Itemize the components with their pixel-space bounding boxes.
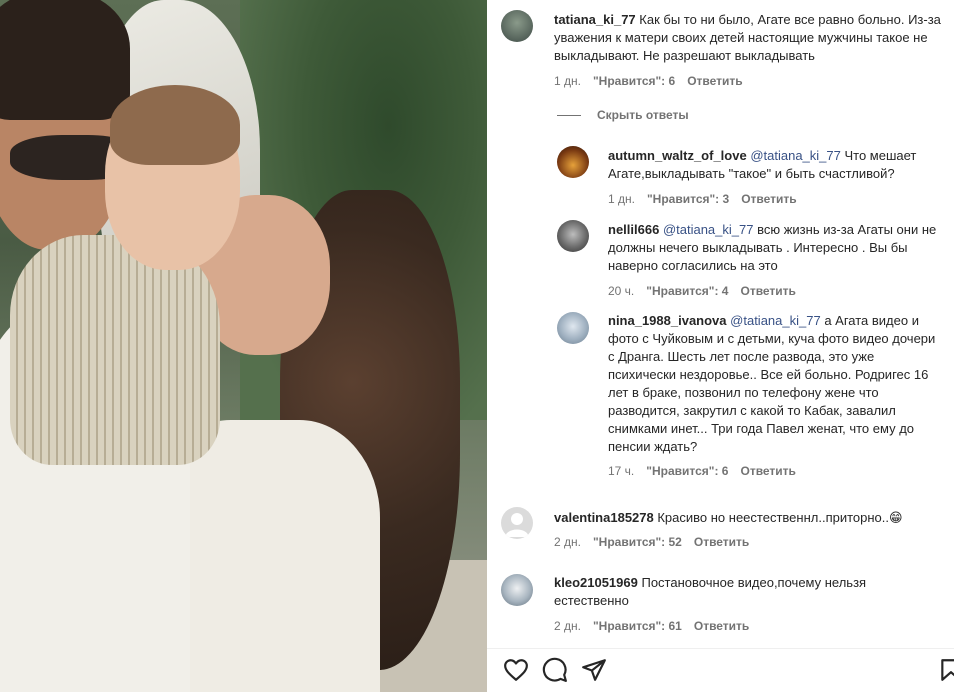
photo-child-shirt <box>10 235 220 465</box>
post-photo <box>0 0 487 692</box>
comment-text: valentina185278 Красиво но неестественнл… <box>554 509 944 527</box>
comment-text: kleo21051969 Постановочное видео,почему … <box>554 574 914 610</box>
comments-panel: tatiana_ki_77 Как бы то ни было, Агате в… <box>487 0 954 692</box>
comment-username[interactable]: valentina185278 <box>554 510 654 525</box>
reply: autumn_waltz_of_love @tatiana_ki_77 Что … <box>487 140 954 210</box>
hide-replies-label: Скрыть ответы <box>597 108 689 122</box>
default-avatar-icon <box>505 513 529 537</box>
comment-username[interactable]: tatiana_ki_77 <box>554 12 636 27</box>
comment-text: tatiana_ki_77 Как бы то ни было, Агате в… <box>554 11 944 65</box>
reply-time[interactable]: 20 ч. <box>608 284 634 298</box>
comment-username[interactable]: kleo21051969 <box>554 575 638 590</box>
reply-likes[interactable]: "Нравится": 6 <box>646 464 728 478</box>
reply-likes[interactable]: "Нравится": 4 <box>646 284 728 298</box>
comment-body: Красиво но неестественнл..приторно..😁 <box>657 510 903 525</box>
reply-username[interactable]: nina_1988_ivanova <box>608 313 727 328</box>
comment-meta: 1 дн. "Нравится": 6 Ответить <box>554 74 743 88</box>
reply-button[interactable]: Ответить <box>740 464 795 478</box>
reply-text: nina_1988_ivanova @tatiana_ki_77 а Агата… <box>608 312 944 456</box>
avatar[interactable] <box>501 574 533 606</box>
like-button[interactable] <box>503 657 529 683</box>
comment: valentina185278 Красиво но неестественнл… <box>487 500 954 560</box>
save-button[interactable] <box>938 657 954 683</box>
comment: kleo21051969 Постановочное видео,почему … <box>487 566 954 642</box>
reply-meta: 1 дн. "Нравится": 3 Ответить <box>608 192 797 206</box>
comment-meta: 2 дн. "Нравится": 61 Ответить <box>554 619 749 633</box>
reply-likes[interactable]: "Нравится": 3 <box>647 192 729 206</box>
comment: tatiana_ki_77 Как бы то ни было, Агате в… <box>487 0 954 100</box>
reply-button[interactable]: Ответить <box>694 619 749 633</box>
reply-meta: 20 ч. "Нравится": 4 Ответить <box>608 284 796 298</box>
reply-mention[interactable]: @tatiana_ki_77 <box>730 313 821 328</box>
bookmark-icon <box>941 659 954 681</box>
reply-text: nellil666 @tatiana_ki_77 всю жизнь из-за… <box>608 221 944 275</box>
avatar[interactable] <box>557 146 589 178</box>
reply: nina_1988_ivanova @tatiana_ki_77 а Агата… <box>487 305 954 485</box>
photo-man-hair <box>0 0 130 120</box>
comment-meta: 2 дн. "Нравится": 52 Ответить <box>554 535 749 549</box>
hide-replies-line <box>557 114 581 116</box>
avatar[interactable] <box>501 507 533 539</box>
avatar[interactable] <box>501 10 533 42</box>
comment-likes[interactable]: "Нравится": 61 <box>593 619 682 633</box>
post-actions <box>487 649 954 692</box>
comment-time[interactable]: 2 дн. <box>554 535 581 549</box>
reply-time[interactable]: 17 ч. <box>608 464 634 478</box>
reply-meta: 17 ч. "Нравится": 6 Ответить <box>608 464 796 478</box>
reply-button[interactable]: Ответить <box>741 192 796 206</box>
hide-replies-button[interactable]: Скрыть ответы <box>557 108 689 122</box>
reply-mention[interactable]: @tatiana_ki_77 <box>663 222 754 237</box>
comment-likes[interactable]: "Нравится": 52 <box>593 535 682 549</box>
reply-body: а Агата видео и фото с Чуйковым и с деть… <box>608 313 936 454</box>
photo-child-hair <box>110 85 240 165</box>
comment-button[interactable] <box>542 657 568 683</box>
avatar[interactable] <box>557 312 589 344</box>
reply-username[interactable]: nellil666 <box>608 222 659 237</box>
comments-list[interactable]: tatiana_ki_77 Как бы то ни было, Агате в… <box>487 0 954 648</box>
reply-text: autumn_waltz_of_love @tatiana_ki_77 Что … <box>608 147 944 183</box>
reply-button[interactable]: Ответить <box>687 74 742 88</box>
heart-icon <box>504 659 528 681</box>
reply-mention[interactable]: @tatiana_ki_77 <box>750 148 841 163</box>
reply-button[interactable]: Ответить <box>740 284 795 298</box>
reply-time[interactable]: 1 дн. <box>608 192 635 206</box>
comment-time[interactable]: 2 дн. <box>554 619 581 633</box>
share-icon <box>582 659 606 681</box>
comment-icon <box>542 657 567 682</box>
reply-button[interactable]: Ответить <box>694 535 749 549</box>
avatar[interactable] <box>557 220 589 252</box>
reply: nellil666 @tatiana_ki_77 всю жизнь из-за… <box>487 214 954 304</box>
comment-time[interactable]: 1 дн. <box>554 74 581 88</box>
share-button[interactable] <box>581 657 607 683</box>
comment-likes[interactable]: "Нравится": 6 <box>593 74 675 88</box>
reply-username[interactable]: autumn_waltz_of_love <box>608 148 747 163</box>
